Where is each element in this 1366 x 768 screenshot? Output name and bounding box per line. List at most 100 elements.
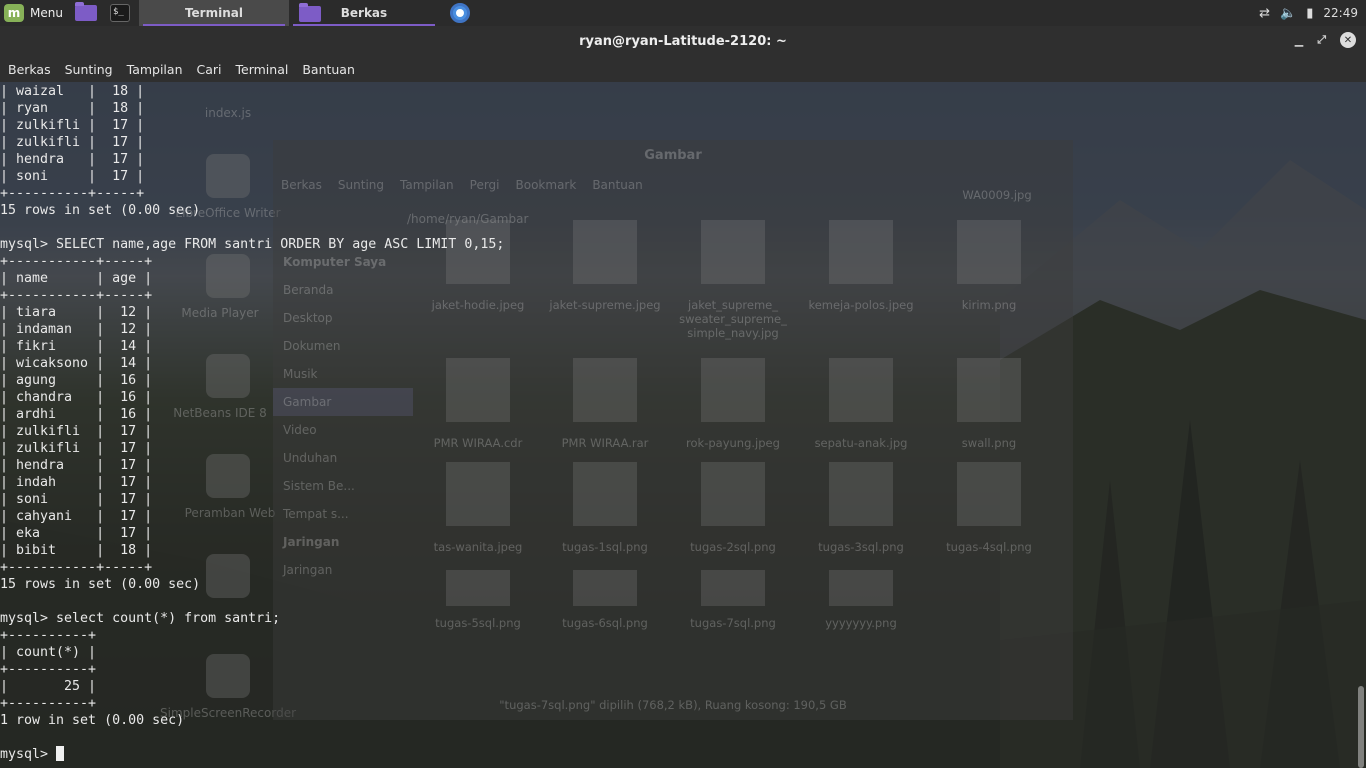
chromium-icon — [449, 3, 470, 23]
fm-file-name: tugas-2sql.png — [690, 540, 776, 554]
fm-file-name: tugas-4sql.png — [946, 540, 1032, 554]
menu-cari[interactable]: Cari — [197, 62, 222, 77]
terminal-line: | chandra | 16 | — [0, 390, 153, 405]
folder-icon — [298, 3, 321, 22]
minimize-icon[interactable]: ▁ — [1295, 34, 1303, 47]
terminal-line: +-----------+-----+ — [0, 288, 153, 303]
fm-file-name: WA0009.jpg — [962, 188, 1032, 202]
terminal-line: | name | age | — [0, 271, 153, 286]
terminal-line: +----------+-----+ — [0, 186, 145, 201]
task-berkas-label: Berkas — [340, 6, 388, 20]
system-tray: ⇄ 🔈 ▮ 22:49 — [1259, 6, 1366, 21]
window-titlebar[interactable]: ryan@ryan-Latitude-2120: ~ ▁ ⤢ ✕ — [0, 26, 1366, 56]
close-icon[interactable]: ✕ — [1340, 32, 1356, 48]
terminal-line: | tiara | 12 | — [0, 305, 153, 320]
terminal-line: | count(*) | — [0, 645, 97, 660]
terminal-line: 15 rows in set (0.00 sec) — [0, 577, 201, 592]
terminal-line: | indah | 17 | — [0, 475, 153, 490]
terminal-output-area[interactable]: index.js LibreOffice Writer Media Player… — [0, 82, 1366, 768]
fm-file-thumbnail — [829, 220, 893, 284]
terminal-line: +----------+ — [0, 628, 97, 643]
fm-file-name: tugas-1sql.png — [562, 540, 648, 554]
fm-file-thumbnail — [957, 462, 1021, 526]
window-title: ryan@ryan-Latitude-2120: ~ — [579, 33, 787, 49]
fm-file-thumbnail — [957, 358, 1021, 422]
fm-file-thumbnail — [701, 462, 765, 526]
terminal-line: +-----------+-----+ — [0, 254, 153, 269]
volume-icon[interactable]: 🔈 — [1280, 6, 1296, 21]
terminal-line: | zulkifli | 17 | — [0, 441, 153, 456]
terminal-line: | zulkifli | 17 | — [0, 424, 153, 439]
menu-berkas[interactable]: Berkas — [8, 62, 51, 77]
maximize-icon[interactable]: ⤢ — [1317, 33, 1326, 47]
fm-file-thumbnail — [829, 358, 893, 422]
terminal-line: +-----------+-----+ — [0, 560, 153, 575]
linux-mint-icon: m — [4, 4, 24, 22]
terminal-prompt-line[interactable]: mysql> — [0, 746, 504, 763]
fm-file-thumbnail — [573, 358, 637, 422]
fm-file-thumbnail — [701, 220, 765, 284]
terminal-line: 15 rows in set (0.00 sec) — [0, 203, 201, 218]
fm-file-name: kirim.png — [961, 298, 1017, 312]
fm-file-thumbnail — [957, 220, 1021, 284]
browser-launcher[interactable] — [445, 0, 475, 26]
terminal-scrollbar[interactable] — [1358, 686, 1364, 768]
terminal-icon: $_ — [109, 4, 130, 22]
terminal-line: | hendra | 17 | — [0, 152, 145, 167]
terminal-line: 1 row in set (0.00 sec) — [0, 713, 185, 728]
screen: m Menu $_ Terminal Berkas ⇄ 🔈 ▮ 22:49 ry… — [0, 0, 1366, 768]
fm-file-name: tugas-3sql.png — [818, 540, 904, 554]
terminal-line: | eka | 17 | — [0, 526, 153, 541]
fm-file-name: swall.png — [961, 436, 1017, 450]
fm-file-name: tugas-7sql.png — [690, 616, 776, 630]
fm-file-thumbnail — [829, 570, 893, 606]
terminal-line: | soni | 17 | — [0, 492, 153, 507]
fm-file-name: rok-payung.jpeg — [686, 436, 780, 450]
fm-file-thumbnail — [701, 358, 765, 422]
fm-menu-item: Bantuan — [592, 178, 643, 192]
fm-file-name: kemeja-polos.jpeg — [808, 298, 914, 312]
terminal-text: | waizal | 18 | | ryan | 18 | | zulkifli |… — [0, 82, 504, 763]
terminal-line: | ryan | 18 | — [0, 101, 145, 116]
fm-file-thumbnail — [573, 570, 637, 606]
terminal-line: +----------+ — [0, 696, 97, 711]
mysql-prompt: mysql> — [0, 747, 57, 762]
terminal-line: +----------+ — [0, 662, 97, 677]
folder-icon — [74, 2, 97, 21]
fm-file-thumbnail — [701, 570, 765, 606]
terminal-launcher[interactable]: $_ — [105, 0, 135, 26]
menu-bantuan[interactable]: Bantuan — [302, 62, 355, 77]
clock[interactable]: 22:49 — [1323, 6, 1358, 20]
fm-file-thumbnail — [829, 462, 893, 526]
battery-icon[interactable]: ▮ — [1306, 6, 1313, 21]
terminal-line: | indaman | 12 | — [0, 322, 153, 337]
files-launcher[interactable] — [71, 0, 101, 26]
task-berkas[interactable]: Berkas — [289, 0, 439, 26]
task-terminal[interactable]: Terminal — [138, 0, 289, 26]
terminal-line: | agung | 16 | — [0, 373, 153, 388]
fm-file-name: jaket-supreme.jpeg — [549, 298, 661, 312]
fm-file-name: sepatu-anak.jpg — [814, 436, 908, 450]
fm-menu-item: Bookmark — [515, 178, 577, 192]
window-controls: ▁ ⤢ ✕ — [1295, 32, 1356, 48]
menu-sunting[interactable]: Sunting — [65, 62, 113, 77]
fm-file-name: jaket_supreme_ sweater_supreme_ simple_n… — [679, 298, 787, 340]
menu-button[interactable]: m Menu — [0, 0, 71, 26]
fm-file-thumbnail — [573, 462, 637, 526]
terminal-line: | zulkifli | 17 | — [0, 118, 145, 133]
terminal-line: | cahyani | 17 | — [0, 509, 153, 524]
task-terminal-label: Terminal — [184, 6, 243, 20]
fm-file-thumbnail — [573, 220, 637, 284]
terminal-line: | soni | 17 | — [0, 169, 145, 184]
taskbar: m Menu $_ Terminal Berkas ⇄ 🔈 ▮ 22:49 — [0, 0, 1366, 26]
terminal-line: mysql> select count(*) from santri; — [0, 611, 281, 626]
menu-tampilan[interactable]: Tampilan — [127, 62, 183, 77]
fm-file-name: tugas-6sql.png — [562, 616, 648, 630]
terminal-line: | bibit | 18 | — [0, 543, 153, 558]
network-icon[interactable]: ⇄ — [1259, 6, 1270, 21]
terminal-line: | 25 | — [0, 679, 97, 694]
menu-terminal[interactable]: Terminal — [236, 62, 289, 77]
